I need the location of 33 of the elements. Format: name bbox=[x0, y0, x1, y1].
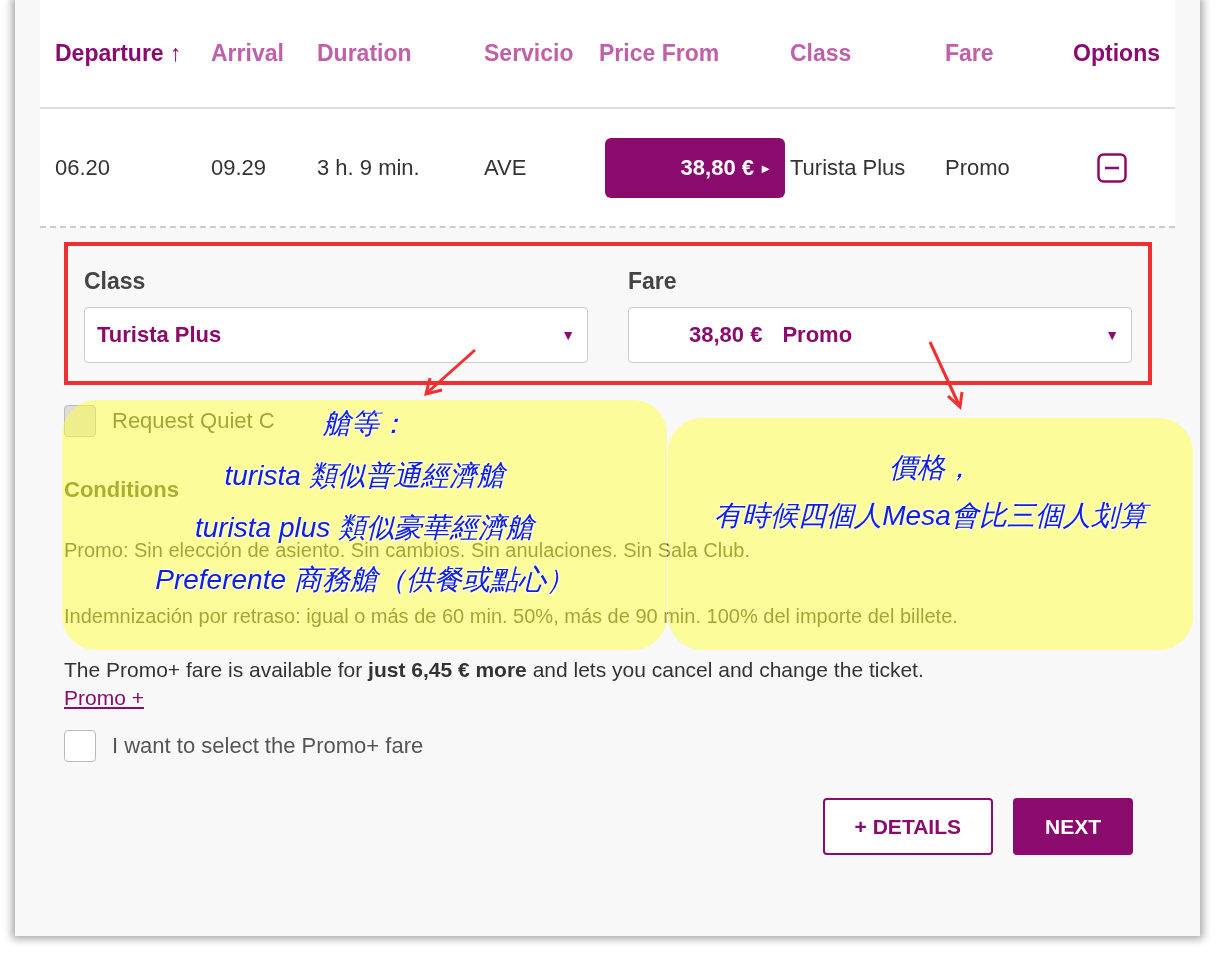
class-dropdown[interactable]: Turista Plus ▼ bbox=[84, 307, 588, 363]
note-text: 艙等： bbox=[322, 410, 407, 438]
note-text: Preferente 商務艙（供餐或點心） bbox=[155, 566, 574, 594]
duration: 3 h. 9 min. bbox=[317, 154, 421, 181]
next-button[interactable]: NEXT bbox=[1013, 798, 1133, 855]
checkbox-label: Request Quiet C bbox=[112, 408, 275, 434]
column-header[interactable]: Arrival bbox=[211, 40, 317, 67]
arrival-time: 09.29 bbox=[211, 154, 268, 181]
collapse-icon[interactable] bbox=[1097, 152, 1127, 183]
promo-plus-link[interactable]: Promo + bbox=[64, 686, 144, 709]
checkbox-label: I want to select the Promo+ fare bbox=[112, 733, 424, 759]
column-header[interactable]: Options bbox=[1073, 40, 1160, 67]
class-name: Turista Plus bbox=[790, 154, 907, 181]
departure-time: 06.20 bbox=[55, 154, 112, 181]
column-header[interactable]: Duration bbox=[317, 40, 484, 67]
fare-label: Fare bbox=[628, 268, 678, 295]
upsell-text: The Promo+ fare is available for just 6,45 € more and lets you cancel and change the ticket. bbox=[64, 657, 925, 683]
conditions-title: Conditions bbox=[64, 477, 179, 503]
note-text: turista plus 類似豪華經濟艙 bbox=[194, 514, 535, 542]
fare-dropdown[interactable]: 38,80 € Promo ▼ bbox=[628, 307, 1132, 363]
column-header[interactable]: Price From bbox=[599, 40, 790, 67]
service: AVE bbox=[484, 154, 528, 181]
price-button[interactable]: 38,80 € ▸ bbox=[605, 137, 785, 198]
column-header[interactable]: Departure ↑ bbox=[55, 40, 211, 67]
checkbox[interactable] bbox=[64, 405, 96, 437]
column-header[interactable]: Class bbox=[790, 40, 945, 67]
column-header[interactable]: Servicio bbox=[484, 40, 599, 67]
column-header[interactable]: Fare bbox=[945, 40, 1065, 67]
note-text: 價格， bbox=[888, 454, 973, 482]
details-button[interactable]: + DETAILS bbox=[822, 798, 993, 855]
class-label: Class bbox=[84, 268, 147, 295]
fare-name: Promo bbox=[945, 154, 1011, 181]
checkbox[interactable] bbox=[64, 730, 96, 762]
